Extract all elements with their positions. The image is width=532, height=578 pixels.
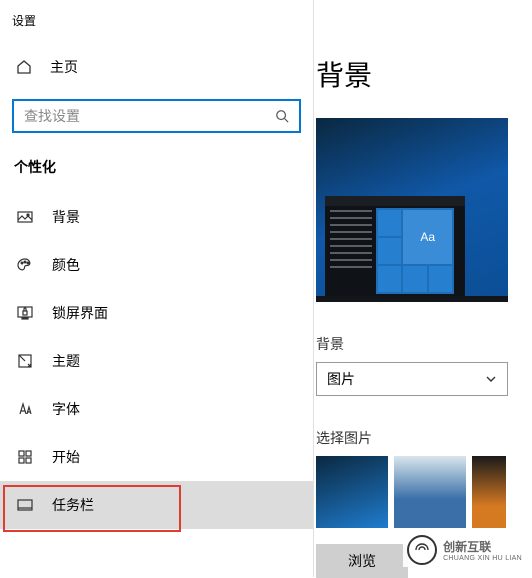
home-button[interactable]: 主页 <box>0 47 313 87</box>
start-icon <box>16 448 34 466</box>
lockscreen-icon <box>16 304 34 322</box>
preview-tiles: Aa <box>376 208 454 294</box>
taskbar-icon <box>16 496 34 514</box>
page-title: 背景 <box>314 54 532 94</box>
sidebar-item-label: 锁屏界面 <box>52 303 108 323</box>
search-icon <box>275 109 289 123</box>
sidebar-item-lockscreen[interactable]: 锁屏界面 <box>0 289 313 337</box>
preview-taskbar <box>316 296 508 302</box>
desktop-preview: Aa <box>316 118 508 302</box>
preview-start-menu <box>330 210 372 273</box>
sidebar-item-colors[interactable]: 颜色 <box>0 241 313 289</box>
sidebar-item-label: 任务栏 <box>52 495 94 515</box>
bg-dropdown-value: 图片 <box>327 369 355 389</box>
search-input[interactable] <box>24 108 275 124</box>
watermark-line1: 创新互联 <box>443 538 522 555</box>
sidebar-item-fonts[interactable]: 字体 <box>0 385 313 433</box>
app-title: 设置 <box>0 8 313 47</box>
watermark: 创新互联 CHUANG XIN HU LIAN <box>403 533 526 567</box>
preview-tile-aa: Aa <box>403 210 452 264</box>
picture-thumb[interactable] <box>394 456 466 528</box>
main-panel: 背景 Aa 背景 图片 选择图片 浏览 <box>314 0 532 577</box>
bg-dropdown[interactable]: 图片 <box>316 362 508 396</box>
sidebar-item-label: 开始 <box>52 447 80 467</box>
sidebar-item-label: 主题 <box>52 351 80 371</box>
home-icon <box>16 59 32 75</box>
watermark-icon <box>407 535 437 565</box>
search-box[interactable] <box>12 99 301 133</box>
sidebar-item-label: 字体 <box>52 399 80 419</box>
picture-thumb[interactable] <box>316 456 388 528</box>
browse-button-label: 浏览 <box>348 551 376 571</box>
sidebar-item-background[interactable]: 背景 <box>0 193 313 241</box>
choose-picture-label: 选择图片 <box>316 428 532 448</box>
picture-icon <box>16 208 34 226</box>
chevron-down-icon <box>485 373 497 385</box>
bg-field-label: 背景 <box>316 334 532 354</box>
section-header: 个性化 <box>0 157 313 193</box>
home-label: 主页 <box>50 57 78 77</box>
browse-button[interactable]: 浏览 <box>316 544 408 578</box>
picture-thumb[interactable] <box>472 456 506 528</box>
fonts-icon <box>16 400 34 418</box>
sidebar-item-start[interactable]: 开始 <box>0 433 313 481</box>
sidebar-item-label: 颜色 <box>52 255 80 275</box>
sidebar-item-label: 背景 <box>52 207 80 227</box>
sidebar-item-taskbar[interactable]: 任务栏 <box>0 481 313 529</box>
picture-thumbnails <box>316 456 532 528</box>
palette-icon <box>16 256 34 274</box>
watermark-line2: CHUANG XIN HU LIAN <box>443 555 522 562</box>
sidebar: 设置 主页 个性化 背景 颜色 锁屏界面 主题 <box>0 0 314 577</box>
themes-icon <box>16 352 34 370</box>
sidebar-item-themes[interactable]: 主题 <box>0 337 313 385</box>
